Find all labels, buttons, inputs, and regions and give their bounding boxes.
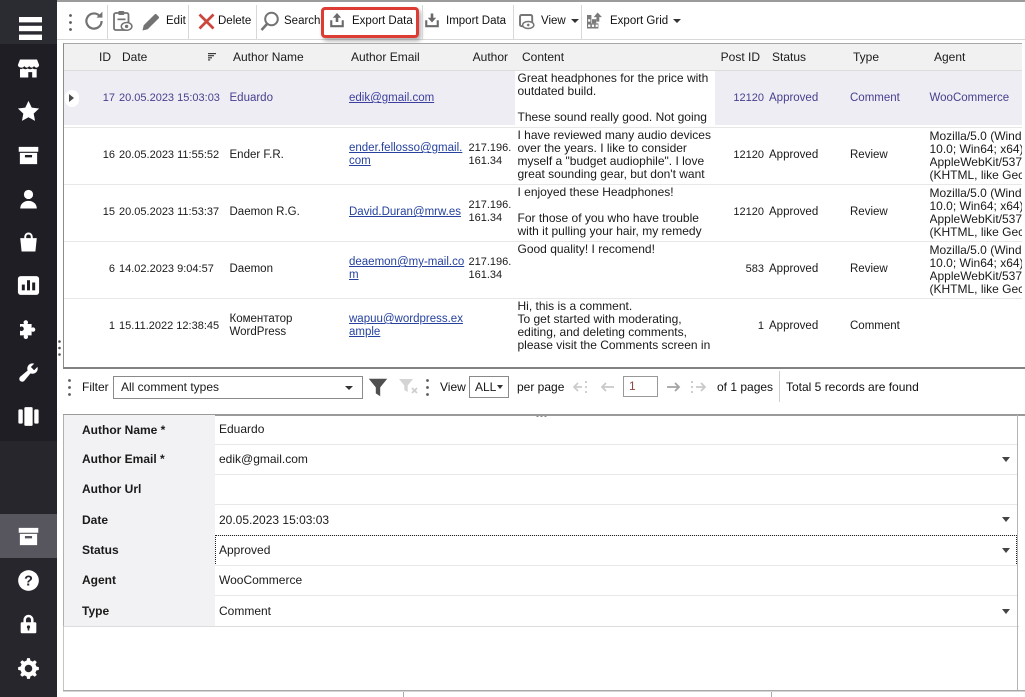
- svg-text:?: ?: [24, 573, 33, 589]
